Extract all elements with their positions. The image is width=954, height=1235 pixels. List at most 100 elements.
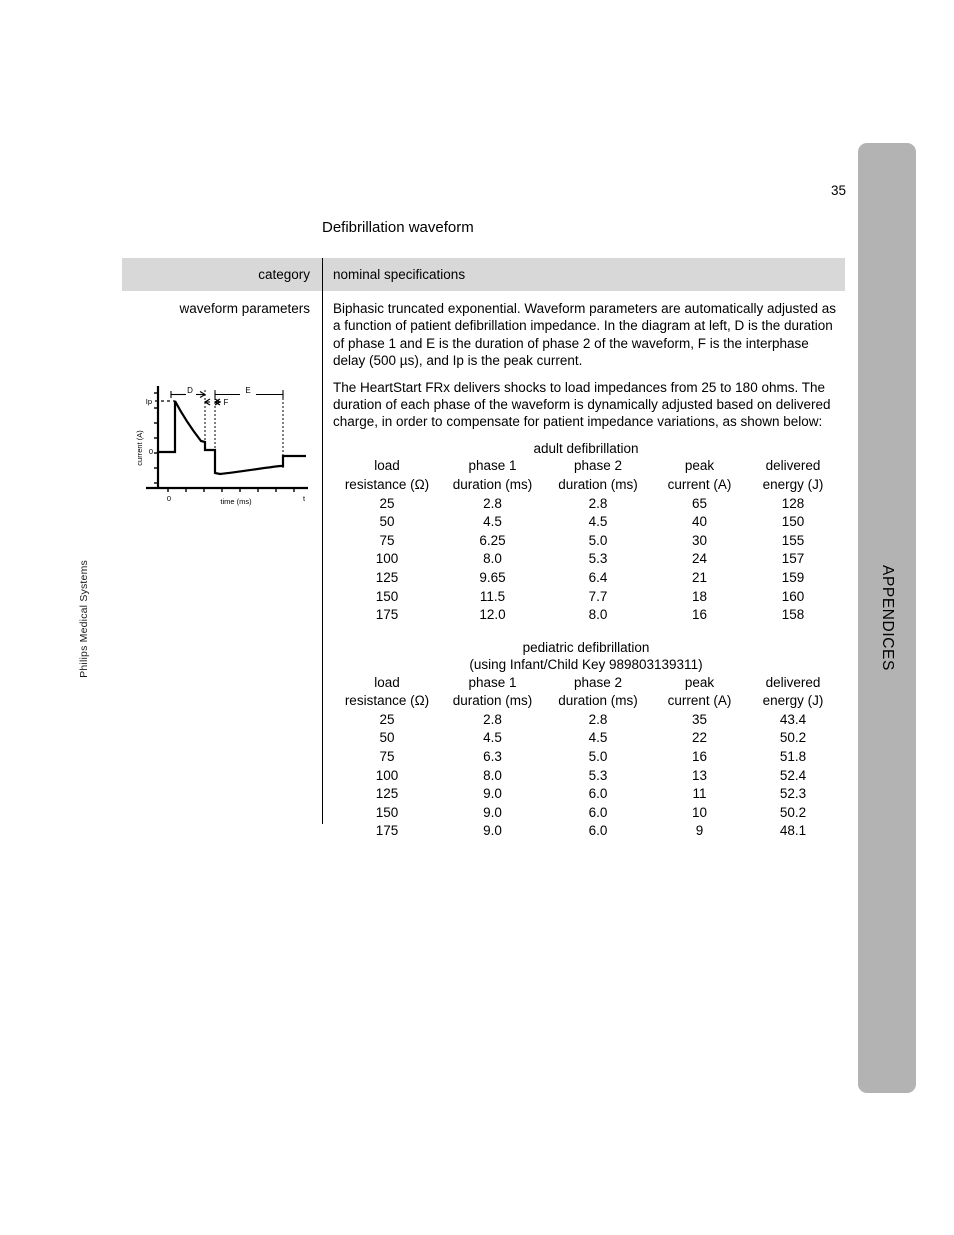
header-line-1: delivered — [765, 674, 821, 690]
table-cell: 30 — [691, 532, 708, 548]
interphase-span-bracket — [203, 398, 222, 406]
col-load-resistance: load resistance (Ω) — [333, 457, 441, 494]
pediatric-table-body: 25 2.8 2.8 35 43.4 50 4.5 4.5 22 50.2 75 6.3 5.0 16 51… — [333, 711, 839, 841]
table-cell: 9.0 — [483, 823, 502, 839]
header-line-2: duration (ms) — [558, 476, 638, 492]
x-axis-title: time (ms) — [220, 497, 252, 506]
table-cell: 4.5 — [588, 730, 608, 746]
col-phase1-duration: phase 1 duration (ms) — [441, 674, 544, 711]
header-line-1: peak — [684, 458, 715, 474]
table-cell: 9.0 — [483, 804, 502, 820]
table-cell: 75 — [379, 749, 395, 765]
adult-table-body: 25 2.8 2.8 65 128 50 4.5 4.5 40 150 75 6.25 5.0 30 155… — [333, 495, 839, 625]
time-origin-label: 0 — [167, 494, 171, 503]
table-row: 175 12.0 8.0 16 158 — [333, 606, 839, 625]
table-cell: 155 — [781, 532, 805, 548]
table-cell: 22 — [691, 730, 708, 746]
header-line-2: resistance (Ω) — [344, 476, 430, 492]
col-phase2-duration: phase 2 duration (ms) — [544, 674, 652, 711]
table-cell: 9 — [695, 823, 704, 839]
table-cell: 9.0 — [483, 786, 502, 802]
header-line-1: phase 1 — [468, 674, 517, 690]
table-cell: 2.8 — [588, 495, 608, 511]
table-cell: 8.0 — [483, 767, 502, 783]
col-peak-current: peak current (A) — [652, 674, 747, 711]
table-cell: 4.5 — [483, 514, 502, 530]
table-cell: 128 — [781, 495, 805, 511]
row-specification-content: Biphasic truncated exponential. Waveform… — [322, 300, 845, 841]
row-category-label: waveform parameters — [179, 301, 310, 316]
col-peak-current: peak current (A) — [652, 457, 747, 494]
waveform-trace — [158, 400, 306, 476]
table-cell: 150 — [375, 804, 399, 820]
header-line-2: energy (J) — [762, 476, 824, 492]
table-row: waveform parameters Biphasic truncated e… — [122, 291, 845, 841]
col-phase1-duration: phase 1 duration (ms) — [441, 457, 544, 494]
table-cell: 65 — [691, 495, 708, 511]
table-cell: 9.65 — [479, 569, 506, 585]
table-cell: 11 — [692, 786, 707, 802]
table-cell: 4.5 — [483, 730, 502, 746]
column-header-category: category — [258, 267, 310, 282]
table-cell: 100 — [375, 551, 399, 567]
table-row: 25 2.8 2.8 35 43.4 — [333, 711, 839, 730]
table-cell: 2.8 — [483, 495, 502, 511]
zero-current-label: 0 — [149, 447, 153, 456]
defibrillation-waveform-diagram: Ip 0 0 t D E F current (A) time (ms) — [128, 378, 314, 506]
header-line-2: duration (ms) — [558, 693, 638, 709]
table-cell: 50 — [379, 514, 395, 530]
table-cell: 52.4 — [779, 767, 807, 783]
table-cell: 24 — [691, 551, 708, 567]
table-cell: 157 — [781, 551, 805, 567]
table-cell: 160 — [781, 588, 805, 604]
table-column-divider — [322, 258, 323, 824]
table-cell: 5.0 — [588, 532, 608, 548]
table-cell: 16 — [691, 749, 708, 765]
header-line-1: phase 1 — [468, 458, 517, 474]
y-axis-title: current (A) — [135, 430, 144, 466]
table-cell: 25 — [379, 495, 395, 511]
header-line-1: delivered — [765, 458, 821, 474]
table-cell: 18 — [691, 588, 708, 604]
table-cell: 40 — [691, 514, 708, 530]
specification-table: category nominal specifications waveform… — [122, 258, 845, 841]
table-cell: 150 — [781, 514, 805, 530]
table-cell: 7.7 — [588, 588, 608, 604]
table-row: 100 8.0 5.3 13 52.4 — [333, 767, 839, 786]
spec-paragraph-1: Biphasic truncated exponential. Waveform… — [333, 301, 837, 369]
table-cell: 5.0 — [588, 749, 608, 765]
header-line-1: phase 2 — [573, 458, 623, 474]
pediatric-table-title: pediatric defibrillation — [522, 639, 650, 655]
adult-table-title: adult defibrillation — [533, 440, 639, 456]
header-line-1: phase 2 — [573, 674, 623, 690]
col-delivered-energy: delivered energy (J) — [747, 457, 839, 494]
col-load-resistance: load resistance (Ω) — [333, 674, 441, 711]
column-header-nominal-specifications: nominal specifications — [333, 267, 466, 282]
table-cell: 6.0 — [588, 804, 608, 820]
table-cell: 25 — [379, 711, 395, 727]
header-line-2: current (A) — [667, 693, 732, 709]
phase1-duration-label: D — [187, 386, 193, 395]
table-cell: 75 — [379, 532, 395, 548]
table-cell: 159 — [781, 569, 805, 585]
table-row: 150 9.0 6.0 10 50.2 — [333, 804, 839, 823]
table-cell: 100 — [375, 767, 399, 783]
table-row: 100 8.0 5.3 24 157 — [333, 550, 839, 569]
table-cell: 51.8 — [779, 749, 807, 765]
table-cell: 5.3 — [588, 551, 608, 567]
table-header-row: category nominal specifications — [122, 258, 845, 291]
page-number: 35 — [830, 183, 846, 198]
table-cell: 35 — [691, 711, 708, 727]
table-row: 50 4.5 4.5 22 50.2 — [333, 729, 839, 748]
table-row: 75 6.25 5.0 30 155 — [333, 532, 839, 551]
table-cell: 150 — [375, 588, 399, 604]
publisher-brand-text: Philips Medical Systems — [78, 560, 90, 678]
table-cell: 16 — [691, 607, 708, 623]
table-row: 125 9.0 6.0 11 52.3 — [333, 785, 839, 804]
table-row: 125 9.65 6.4 21 159 — [333, 569, 839, 588]
table-cell: 21 — [691, 569, 708, 585]
header-line-2: duration (ms) — [452, 693, 533, 709]
header-line-2: energy (J) — [762, 693, 824, 709]
appendices-side-tab-label: APPENDICES — [879, 565, 896, 671]
adult-defibrillation-block: adult defibrillation load resistance (Ω)… — [333, 440, 845, 625]
